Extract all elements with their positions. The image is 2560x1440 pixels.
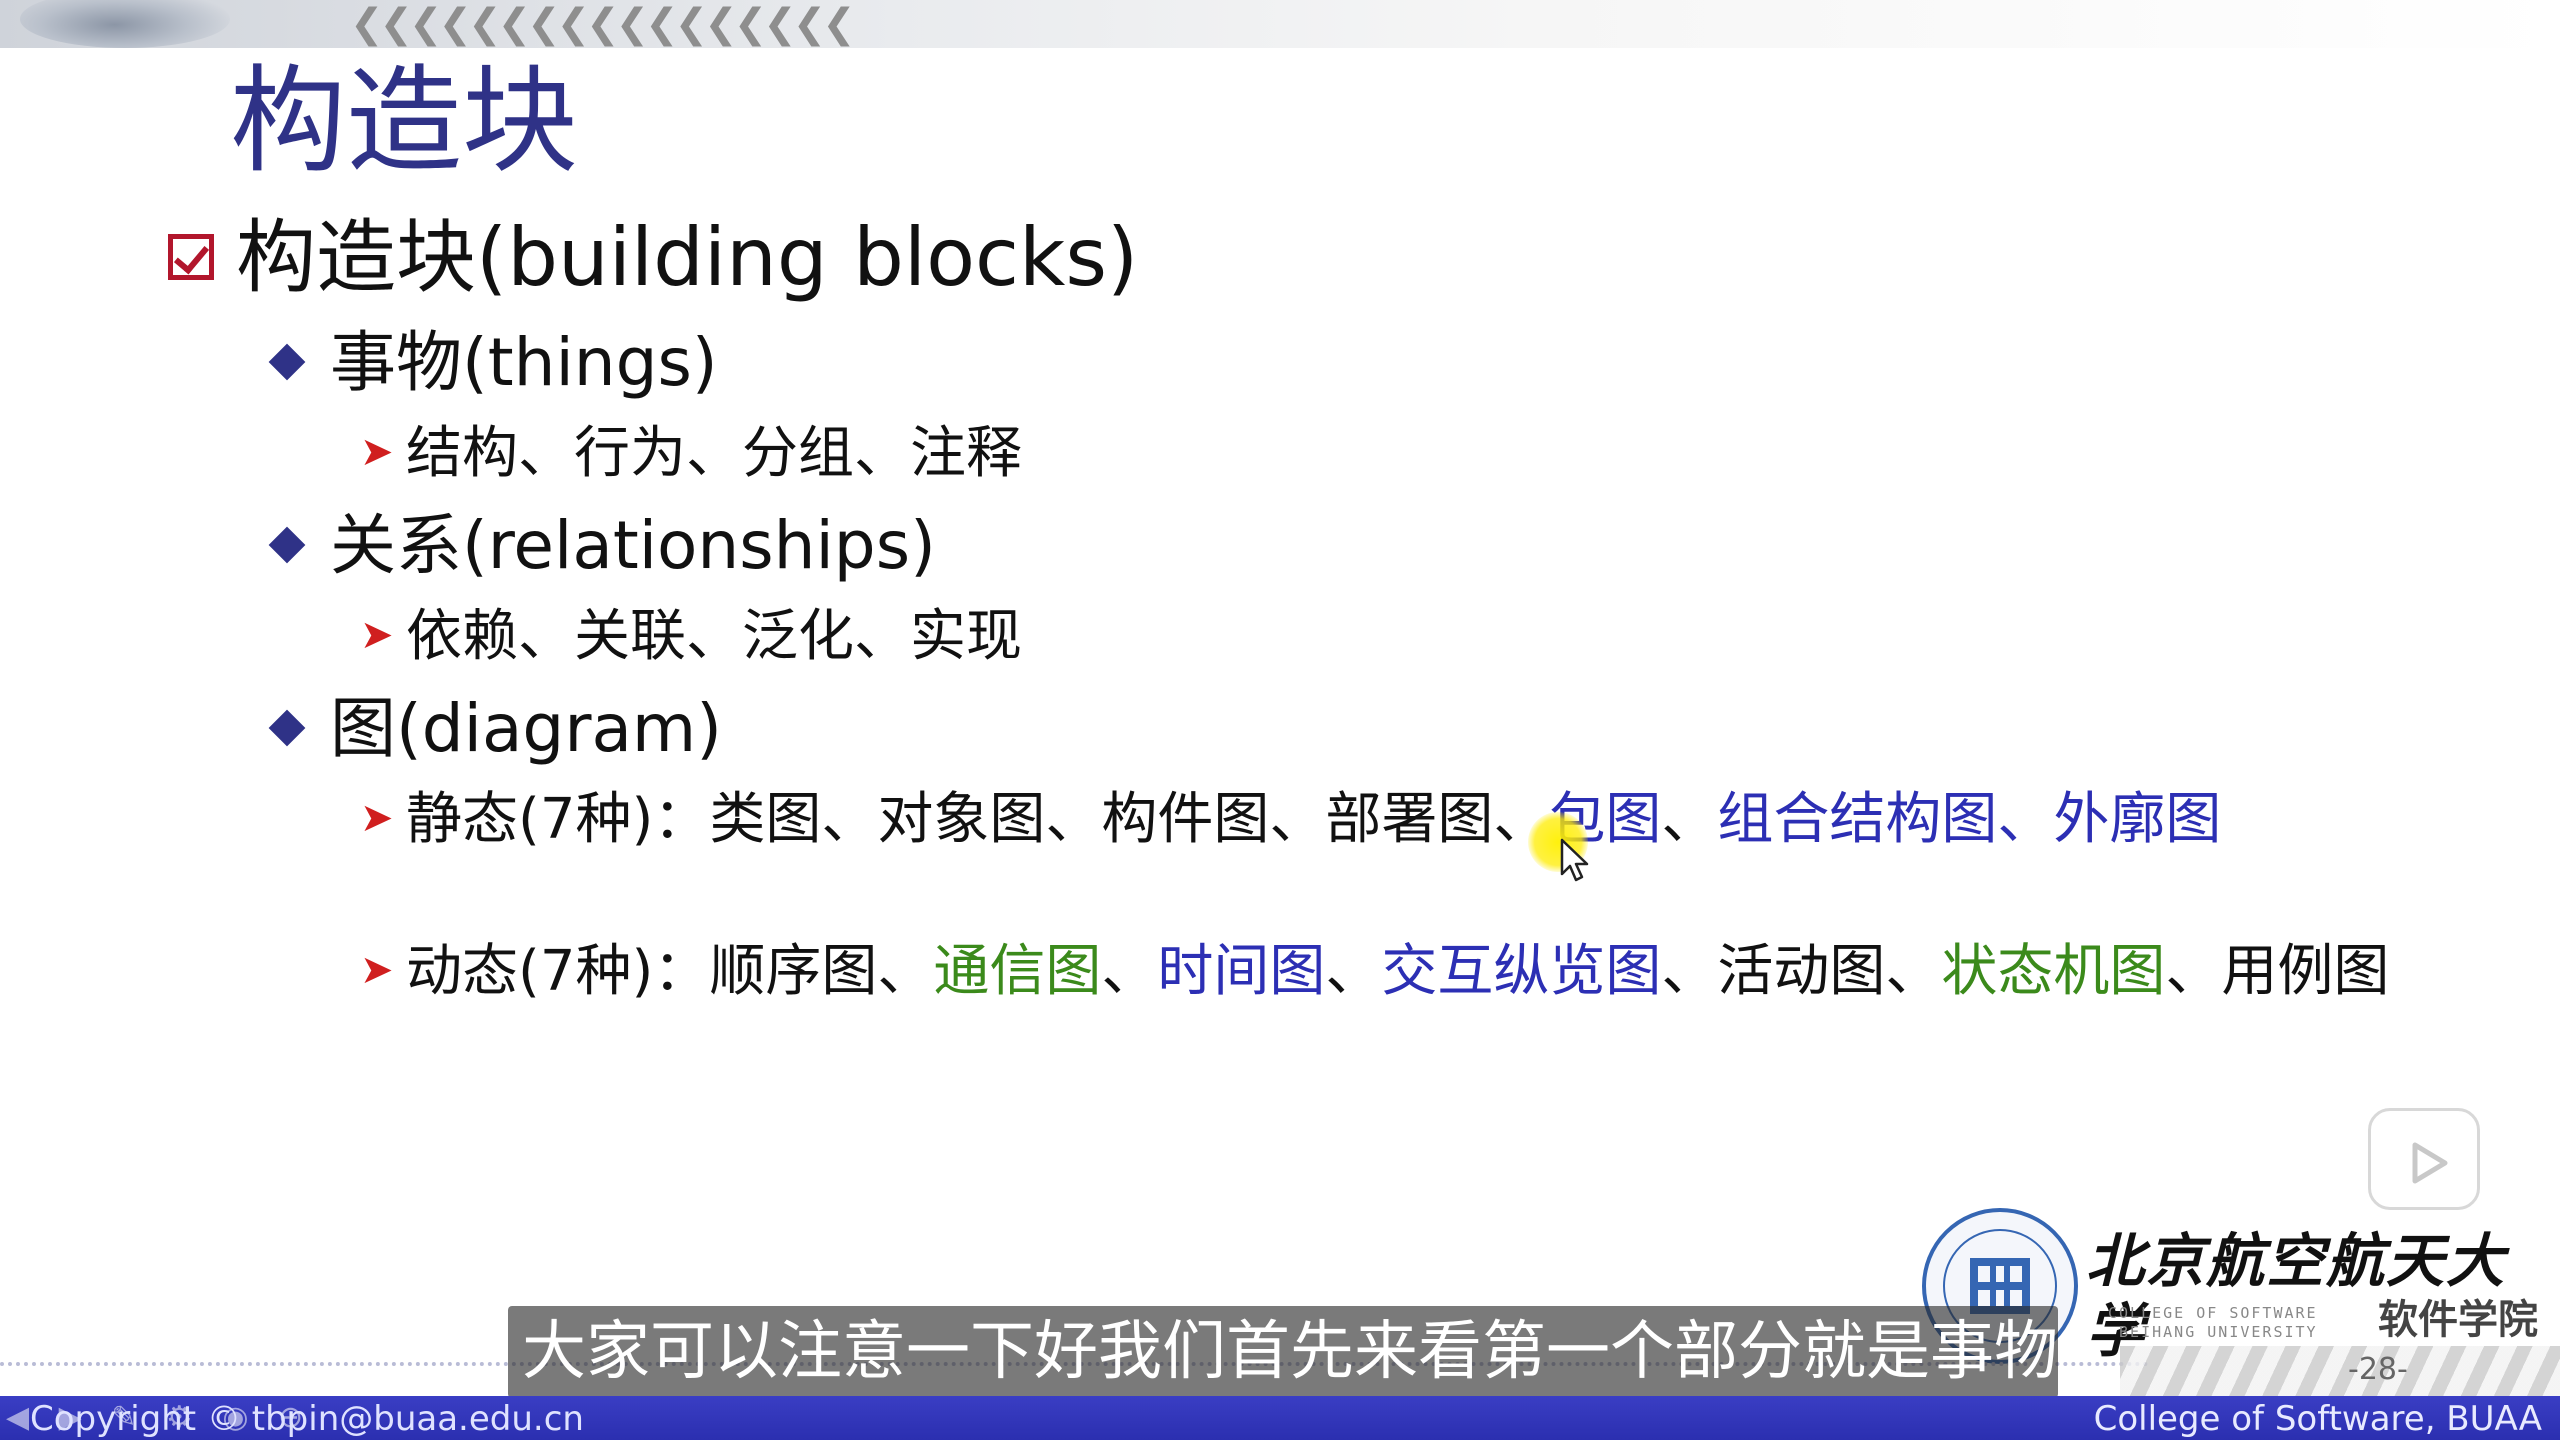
cursor-icon <box>1560 838 1589 882</box>
bullet-relationships-label: 关系(relationships) <box>330 507 936 584</box>
diamond-bullet-icon <box>268 709 306 747</box>
arrow-bullet-icon: ➤ <box>360 429 394 475</box>
dynamic-diagrams-text: 动态(7种)：顺序图、通信图、时间图、交互纵览图、活动图、状态机图、用例图 <box>406 936 2440 1008</box>
timing-diagram-text: 时间图 <box>1157 939 1326 1004</box>
page-number: -28- <box>2348 1352 2408 1387</box>
subtitle-overlay: 大家可以注意一下好我们首先来看第一个部分就是事物 <box>508 1306 2058 1398</box>
footer-copyright: Copyright © tbpin@buaa.edu.cn <box>30 1399 584 1439</box>
bullet-static-diagrams: ➤ 静态(7种)：类图、对象图、构件图、部署图、包图、组合结构图、外廓图 <box>360 784 2440 856</box>
separator: 、 <box>1101 939 1158 1004</box>
dynamic-diagrams-part: 动态(7种)：顺序图、 <box>406 939 934 1004</box>
chevron-decoration-icon: ❮❮❮❮❮❮❮❮❮❮❮❮❮❮❮❮❮ <box>350 1 856 47</box>
things-items-text: 结构、行为、分组、注释 <box>406 421 1022 486</box>
college-english-line: COLLEGE OF SOFTWARE <box>2108 1304 2318 1322</box>
slide-stage: ❮❮❮❮❮❮❮❮❮❮❮❮❮❮❮❮❮ 构造块 构造块(building block… <box>0 0 2560 1440</box>
bullet-relationships-items: ➤ 依赖、关联、泛化、实现 <box>360 601 2440 673</box>
new-static-diagrams-text: 组合结构图、外廓图 <box>1717 787 2222 852</box>
diamond-bullet-icon <box>268 526 306 564</box>
top-banner: ❮❮❮❮❮❮❮❮❮❮❮❮❮❮❮❮❮ <box>0 0 2560 48</box>
bullet-things-items: ➤ 结构、行为、分组、注释 <box>360 418 2440 490</box>
bullet-building-blocks-label: 构造块(building blocks) <box>236 211 1139 304</box>
play-button[interactable] <box>2368 1108 2480 1210</box>
play-icon <box>2412 1142 2448 1184</box>
arrow-bullet-icon: ➤ <box>360 612 394 658</box>
bullet-things: 事物(things) <box>266 322 718 404</box>
static-diagrams-text: 静态(7种)：类图、对象图、构件图、部署图、包图、组合结构图、外廓图 <box>406 784 2440 856</box>
arrow-bullet-icon: ➤ <box>360 947 394 993</box>
college-english-name: COLLEGE OF SOFTWARE BEIHANG UNIVERSITY <box>2108 1304 2318 1342</box>
separator: 、 <box>1325 939 1382 1004</box>
check-box-icon <box>168 234 214 280</box>
department-name: 软件学院 <box>2378 1297 2538 1343</box>
state-machine-diagram-text: 状态机图 <box>1941 939 2166 1004</box>
diamond-bullet-icon <box>268 343 306 381</box>
slide-title: 构造块 <box>230 54 578 189</box>
dynamic-diagrams-part: 、用例图 <box>2165 939 2390 1004</box>
bullet-dynamic-diagrams: ➤ 动态(7种)：顺序图、通信图、时间图、交互纵览图、活动图、状态机图、用例图 <box>360 936 2440 1008</box>
bullet-diagram: 图(diagram) <box>266 688 722 770</box>
subtitle-text: 大家可以注意一下好我们首先来看第一个部分就是事物 <box>522 1315 2058 1389</box>
globe-decoration <box>20 0 230 48</box>
stripe-decoration <box>2120 1346 2560 1396</box>
static-diagrams-part: 静态(7种)：类图、对象图、构件图、部署图、 <box>406 787 1550 852</box>
footer-bar: ◀ ▶ ✎ ⚙ ◉ ⊕ Copyright © tbpin@buaa.edu.c… <box>0 1396 2560 1440</box>
interaction-overview-diagram-text: 交互纵览图 <box>1381 939 1662 1004</box>
arrow-bullet-icon: ➤ <box>360 795 394 841</box>
university-english-line: BEIHANG UNIVERSITY <box>2119 1323 2318 1341</box>
bullet-things-label: 事物(things) <box>330 324 718 401</box>
relationships-items-text: 依赖、关联、泛化、实现 <box>406 604 1022 669</box>
separator: 、 <box>1661 787 1718 852</box>
communication-diagram-text: 通信图 <box>933 939 1102 1004</box>
bullet-diagram-label: 图(diagram) <box>330 690 722 767</box>
dynamic-diagrams-part: 、活动图、 <box>1661 939 1942 1004</box>
bullet-relationships: 关系(relationships) <box>266 505 936 587</box>
bullet-building-blocks: 构造块(building blocks) <box>168 208 1138 308</box>
footer-college: College of Software, BUAA <box>2093 1399 2542 1439</box>
